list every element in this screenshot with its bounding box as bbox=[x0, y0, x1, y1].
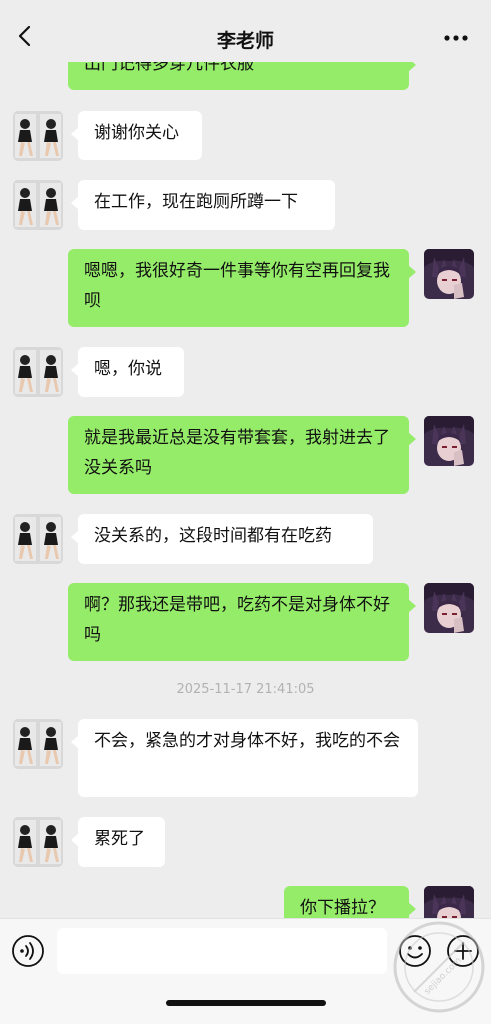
message-timestamp: 2025-11-17 21:41:05 bbox=[176, 682, 315, 697]
message-bubble-outgoing[interactable]: 嗯嗯，我很好奇一件事等你有空再回复我呗 bbox=[68, 249, 416, 327]
my-avatar[interactable] bbox=[424, 416, 474, 466]
watermark-logo: sejiao.com bbox=[393, 921, 485, 1013]
contact-avatar[interactable] bbox=[13, 817, 63, 867]
voice-icon[interactable] bbox=[11, 934, 45, 968]
contact-avatar[interactable] bbox=[13, 719, 63, 769]
chat-title: 李老师 bbox=[216, 30, 274, 52]
chat-area[interactable]: 出门记得多穿几件衣服 谢谢你关心 在工作，现在跑厕所蹲一下 嗯嗯，我很好奇一件事… bbox=[0, 0, 491, 918]
contact-avatar[interactable] bbox=[13, 514, 63, 564]
message-bubble-outgoing[interactable]: 啊？那我还是带吧，吃药不是对身体不好吗 bbox=[68, 583, 416, 661]
message-bubble-incoming[interactable]: 累死了 bbox=[71, 817, 165, 867]
home-indicator bbox=[166, 1000, 326, 1006]
message-input[interactable] bbox=[57, 928, 387, 974]
message-bubble-incoming[interactable]: 谢谢你关心 bbox=[71, 111, 202, 160]
message-bubble-incoming[interactable]: 没关系的，这段时间都有在吃药 bbox=[71, 514, 373, 564]
my-avatar[interactable] bbox=[424, 249, 474, 299]
message-bubble-incoming[interactable]: 在工作，现在跑厕所蹲一下 bbox=[71, 180, 335, 230]
chat-header: 李老师 bbox=[0, 0, 491, 62]
message-bubble-outgoing[interactable]: 你下播拉？ bbox=[284, 886, 416, 918]
my-avatar[interactable] bbox=[424, 583, 474, 633]
message-bubble-outgoing[interactable]: 就是我最近总是没有带套套，我射进去了没关系吗 bbox=[68, 416, 416, 494]
more-dots-icon[interactable] bbox=[443, 34, 469, 42]
my-avatar[interactable] bbox=[424, 886, 474, 918]
contact-avatar[interactable] bbox=[13, 180, 63, 230]
contact-avatar[interactable] bbox=[13, 111, 63, 161]
message-bubble-incoming[interactable]: 不会，紧急的才对身体不好，我吃的不会 bbox=[71, 719, 418, 797]
contact-avatar[interactable] bbox=[13, 347, 63, 397]
message-bubble-incoming[interactable]: 嗯，你说 bbox=[71, 347, 184, 397]
